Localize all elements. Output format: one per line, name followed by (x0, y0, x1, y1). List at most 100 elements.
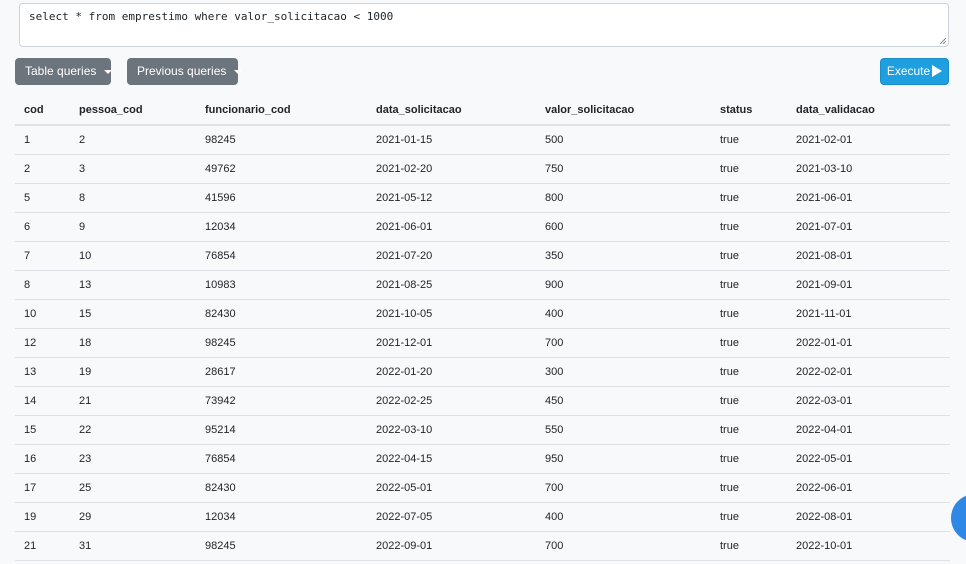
column-header: data_solicitacao (367, 96, 536, 126)
table-cell-pessoa-cod: 13 (70, 270, 196, 300)
table-cell-status: true (711, 502, 787, 532)
table-cell-data-solicitacao: 2022-02-25 (367, 386, 536, 416)
table-cell-valor-solicitacao: 450 (536, 386, 711, 416)
table-cell-valor-solicitacao: 700 (536, 473, 711, 503)
table-cell-data-validacao: 2021-03-10 (787, 154, 950, 184)
table-cell-data-solicitacao: 2022-03-10 (367, 415, 536, 445)
results-body: 1 2 98245 2021-01-15 500 true 2021-02-01 2 3 4976… (15, 125, 950, 561)
table-cell-status: true (711, 415, 787, 445)
table-cell-status: true (711, 531, 787, 561)
table-cell-data-solicitacao: 2021-10-05 (367, 299, 536, 329)
table-cell-valor-solicitacao: 350 (536, 241, 711, 271)
table-row: 15 22 95214 2022-03-10 550 true 2022-04-01 (15, 415, 950, 445)
table-cell-cod: 5 (15, 183, 70, 213)
table-cell-pessoa-cod: 31 (70, 531, 196, 561)
table-cell-data-validacao: 2021-02-01 (787, 125, 950, 155)
table-cell-valor-solicitacao: 550 (536, 415, 711, 445)
table-cell-funcionario-cod: 12034 (196, 502, 367, 532)
table-cell-data-validacao: 2022-01-01 (787, 328, 950, 358)
caret-down-icon (104, 69, 113, 74)
query-text[interactable]: select * from emprestimo where valor_sol… (29, 10, 393, 23)
table-cell-data-solicitacao: 2021-12-01 (367, 328, 536, 358)
table-queries-button[interactable]: Table queries (15, 58, 113, 85)
table-cell-data-solicitacao: 2022-01-20 (367, 357, 536, 387)
table-cell-data-validacao: 2022-04-01 (787, 415, 950, 445)
table-cell-funcionario-cod: 28617 (196, 357, 367, 387)
table-cell-funcionario-cod: 73942 (196, 386, 367, 416)
previous-queries-label: Previous queries (137, 64, 227, 78)
table-row: 6 9 12034 2021-06-01 600 true 2021-07-01 (15, 212, 950, 242)
table-cell-cod: 15 (15, 415, 70, 445)
table-cell-data-validacao: 2022-02-01 (787, 357, 950, 387)
table-cell-pessoa-cod: 25 (70, 473, 196, 503)
table-cell-pessoa-cod: 15 (70, 299, 196, 329)
execute-button[interactable]: Execute (880, 58, 949, 85)
table-cell-data-solicitacao: 2021-02-20 (367, 154, 536, 184)
table-cell-pessoa-cod: 9 (70, 212, 196, 242)
table-cell-data-validacao: 2022-06-01 (787, 473, 950, 503)
table-cell-status: true (711, 270, 787, 300)
table-cell-valor-solicitacao: 750 (536, 154, 711, 184)
table-row: 7 10 76854 2021-07-20 350 true 2021-08-01 (15, 241, 950, 271)
table-row: 19 29 12034 2022-07-05 400 true 2022-08-01 (15, 502, 950, 532)
table-cell-funcionario-cod: 82430 (196, 299, 367, 329)
table-cell-cod: 14 (15, 386, 70, 416)
table-cell-status: true (711, 299, 787, 329)
table-cell-funcionario-cod: 41596 (196, 183, 367, 213)
column-header: pessoa_cod (70, 96, 196, 126)
table-cell-data-solicitacao: 2022-09-01 (367, 531, 536, 561)
table-cell-data-solicitacao: 2021-06-01 (367, 212, 536, 242)
table-cell-status: true (711, 183, 787, 213)
table-cell-funcionario-cod: 49762 (196, 154, 367, 184)
table-row: 8 13 10983 2021-08-25 900 true 2021-09-01 (15, 270, 950, 300)
table-cell-pessoa-cod: 18 (70, 328, 196, 358)
table-cell-valor-solicitacao: 700 (536, 531, 711, 561)
previous-queries-button[interactable]: Previous queries (127, 58, 243, 85)
table-cell-cod: 1 (15, 125, 70, 155)
table-cell-data-validacao: 2021-09-01 (787, 270, 950, 300)
table-cell-valor-solicitacao: 700 (536, 328, 711, 358)
table-cell-data-solicitacao: 2021-01-15 (367, 125, 536, 155)
table-cell-data-validacao: 2022-03-01 (787, 386, 950, 416)
results-table: cod pessoa_cod funcionario_cod data_soli… (15, 96, 950, 561)
table-cell-cod: 12 (15, 328, 70, 358)
table-row: 1 2 98245 2021-01-15 500 true 2021-02-01 (15, 125, 950, 155)
table-cell-status: true (711, 328, 787, 358)
table-row: 21 31 98245 2022-09-01 700 true 2022-10-01 (15, 531, 950, 561)
table-cell-pessoa-cod: 3 (70, 154, 196, 184)
column-header: data_validacao (787, 96, 950, 126)
table-cell-data-solicitacao: 2022-05-01 (367, 473, 536, 503)
table-cell-cod: 19 (15, 502, 70, 532)
table-cell-pessoa-cod: 29 (70, 502, 196, 532)
table-cell-funcionario-cod: 12034 (196, 212, 367, 242)
table-cell-valor-solicitacao: 600 (536, 212, 711, 242)
table-cell-valor-solicitacao: 800 (536, 183, 711, 213)
play-icon (932, 65, 943, 77)
table-cell-pessoa-cod: 10 (70, 241, 196, 271)
query-editor[interactable]: select * from emprestimo where valor_sol… (19, 3, 949, 47)
table-cell-data-solicitacao: 2022-04-15 (367, 444, 536, 474)
table-row: 2 3 49762 2021-02-20 750 true 2021-03-10 (15, 154, 950, 184)
table-cell-funcionario-cod: 10983 (196, 270, 367, 300)
caret-down-icon (234, 69, 243, 74)
table-cell-funcionario-cod: 76854 (196, 444, 367, 474)
table-cell-status: true (711, 125, 787, 155)
resize-grip-icon[interactable] (939, 37, 946, 44)
table-cell-valor-solicitacao: 400 (536, 299, 711, 329)
table-cell-valor-solicitacao: 900 (536, 270, 711, 300)
column-header: cod (15, 96, 70, 126)
table-cell-cod: 13 (15, 357, 70, 387)
table-row: 13 19 28617 2022-01-20 300 true 2022-02-01 (15, 357, 950, 387)
table-row: 17 25 82430 2022-05-01 700 true 2022-06-01 (15, 473, 950, 503)
table-cell-pessoa-cod: 2 (70, 125, 196, 155)
table-header-row: cod pessoa_cod funcionario_cod data_soli… (15, 96, 950, 126)
table-row: 16 23 76854 2022-04-15 950 true 2022-05-01 (15, 444, 950, 474)
table-cell-data-solicitacao: 2022-07-05 (367, 502, 536, 532)
table-cell-valor-solicitacao: 500 (536, 125, 711, 155)
table-row: 10 15 82430 2021-10-05 400 true 2021-11-01 (15, 299, 950, 329)
column-header: valor_solicitacao (536, 96, 711, 126)
table-cell-data-validacao: 2022-10-01 (787, 531, 950, 561)
table-cell-funcionario-cod: 98245 (196, 531, 367, 561)
table-cell-data-validacao: 2021-11-01 (787, 299, 950, 329)
floating-action-button[interactable] (951, 494, 966, 542)
